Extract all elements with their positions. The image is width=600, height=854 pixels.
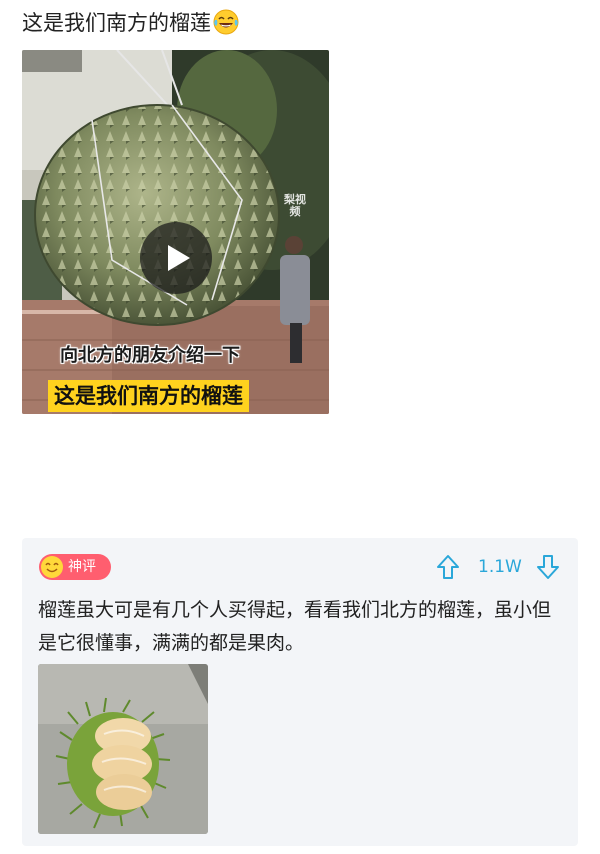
top-comment-card: 神评 1.1W 榴莲虽大可是有几个人买得起，看看我们北方的榴莲，虽小但是它很懂事… — [22, 538, 578, 846]
laughing-tears-icon — [213, 9, 239, 35]
video-player[interactable]: 梨视频 向北方的朋友介绍一下 这是我们南方的榴莲 — [22, 50, 329, 414]
comment-text: 榴莲虽大可是有几个人买得起，看看我们北方的榴莲，虽小但是它很懂事，满满的都是果肉… — [38, 599, 552, 654]
vote-count: 1.1W — [478, 557, 522, 577]
post-title: 这是我们南方的榴莲 — [22, 8, 239, 38]
video-watermark: 梨视频 — [284, 193, 306, 218]
play-icon — [168, 245, 190, 271]
play-button[interactable] — [140, 222, 212, 294]
video-caption-line1: 向北方的朋友介绍一下 — [60, 345, 240, 366]
upvote-arrow-icon[interactable] — [436, 554, 460, 580]
downvote-arrow-icon[interactable] — [536, 554, 560, 580]
smile-face-icon — [41, 556, 63, 578]
comment-image[interactable] — [38, 664, 208, 834]
durian-flesh-photo — [38, 664, 208, 834]
post-title-text: 这是我们南方的榴莲 — [22, 11, 211, 35]
video-caption-line2: 这是我们南方的榴莲 — [48, 380, 249, 412]
god-comment-badge: 神评 — [39, 554, 111, 580]
badge-label: 神评 — [68, 559, 96, 575]
